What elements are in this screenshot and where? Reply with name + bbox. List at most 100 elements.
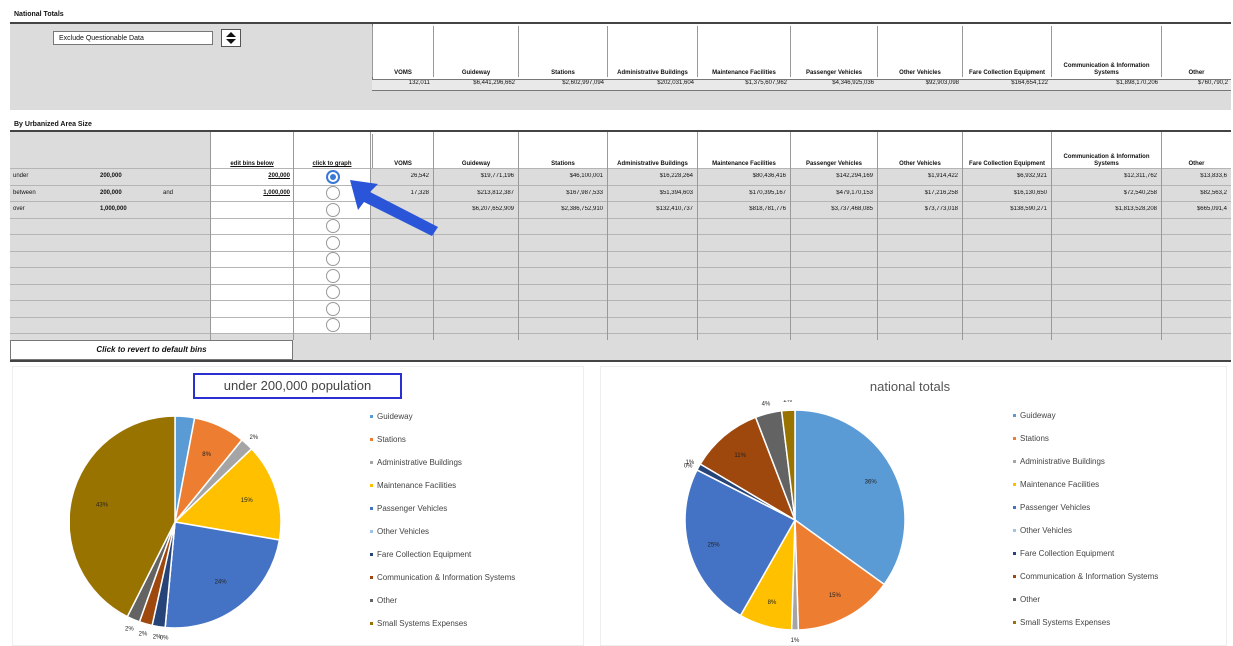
revert-bins-button[interactable]: Click to revert to default bins (10, 340, 293, 360)
grid-line (10, 267, 1231, 268)
select-stepper-icon[interactable] (221, 29, 241, 47)
grid-line (10, 201, 1231, 202)
graph-radio[interactable] (326, 186, 340, 200)
area-cell: $73,773,018 (924, 206, 958, 212)
area-cell: $1,813,528,208 (1115, 206, 1157, 212)
legend-item: Stations (370, 435, 406, 444)
row-conjunction: and (163, 189, 174, 196)
bin-input[interactable]: 1,000,000 (212, 190, 290, 196)
bin-cell[interactable] (211, 317, 293, 333)
bin-cell[interactable] (211, 268, 293, 284)
legend-swatch (1013, 437, 1016, 441)
legend-swatch (1013, 598, 1016, 602)
bin-cell[interactable] (211, 202, 293, 218)
pie-label-4: 24% (215, 580, 228, 586)
area-cell: $138,590,271 (1010, 206, 1047, 212)
click-to-graph-header: click to graph (312, 161, 352, 167)
graph-radio[interactable] (326, 219, 340, 233)
national-value: $164,654,122 (1011, 80, 1048, 86)
legend-item: Small Systems Expenses (1013, 618, 1110, 627)
legend-item: Maintenance Facilities (370, 481, 456, 490)
national-value: 132,011 (408, 80, 430, 86)
graph-radio[interactable] (326, 235, 340, 250)
national-value: $1,898,170,206 (1116, 80, 1158, 86)
area-col-header: Maintenance Facilities (697, 134, 790, 168)
pie-label-7: 11% (734, 453, 746, 459)
area-cell: $16,228,264 (659, 173, 693, 179)
select-value: Exclude Questionable Data (59, 35, 144, 42)
legend-item: Administrative Buildings (370, 458, 462, 467)
area-cell: $72,540,258 (1123, 189, 1157, 196)
legend-item: Small Systems Expenses (370, 619, 467, 628)
grid-line (877, 132, 878, 340)
area-cell: $3,737,468,085 (831, 206, 873, 212)
graph-radio[interactable] (326, 301, 340, 316)
national-value: $202,031,604 (657, 80, 694, 86)
graph-radio[interactable] (326, 252, 340, 266)
legend-label: Fare Collection Equipment (1020, 549, 1115, 558)
national-col-header: Other (1161, 26, 1231, 77)
legend-label: Guideway (1020, 411, 1056, 420)
legend-swatch (370, 438, 373, 442)
grid-line (962, 132, 963, 340)
legend-label: Other Vehicles (1020, 526, 1073, 535)
bin-input[interactable]: 200,000 (212, 173, 290, 179)
national-col-header: Communication & Information Systems (1051, 26, 1161, 77)
pie-chart-national-totals: 36%15%1%8%25%0%1%11%4%2% (684, 400, 906, 644)
legend-item: Other Vehicles (370, 527, 429, 536)
area-cell: $6,932,921 (1016, 173, 1047, 179)
legend-swatch (370, 622, 373, 626)
row-bound: 1,000,000 (100, 206, 127, 212)
national-col-header: Administrative Buildings (607, 26, 697, 77)
graph-radio[interactable] (326, 285, 340, 299)
pie-label-2: 1% (791, 638, 800, 644)
legend-item: Communication & Information Systems (370, 573, 515, 582)
area-cell: $665,091,4 (1196, 206, 1227, 212)
legend-swatch (370, 553, 373, 557)
legend-item: Maintenance Facilities (1013, 480, 1099, 489)
pie-label-7: 2% (139, 631, 148, 637)
pie-label-9: 2% (783, 400, 792, 404)
grid-line (10, 250, 1231, 252)
legend-swatch (1013, 552, 1016, 556)
national-value: $4,346,925,036 (832, 80, 874, 86)
legend-label: Fare Collection Equipment (377, 550, 472, 559)
legend-item: Other (370, 596, 397, 605)
legend-swatch (1013, 460, 1016, 464)
national-value: $2,602,997,094 (562, 80, 604, 86)
chart-left-title: under 200,000 population (193, 373, 402, 399)
national-col-header: Stations (518, 26, 607, 77)
pie-label-3: 8% (768, 600, 777, 606)
national-col-header: Maintenance Facilities (697, 26, 790, 77)
bin-cell[interactable] (211, 235, 293, 251)
legend-swatch (1013, 575, 1016, 579)
by-area-title: By Urbanized Area Size (14, 121, 92, 128)
legend-label: Communication & Information Systems (377, 573, 516, 582)
legend-swatch (1013, 506, 1016, 510)
graph-radio[interactable] (326, 169, 340, 184)
area-col-header: Stations (518, 134, 607, 168)
row-bound: 200,000 (100, 189, 122, 196)
area-col-header: Communication & Information Systems (1051, 134, 1161, 168)
graph-radio[interactable] (326, 202, 340, 217)
bin-cell[interactable] (211, 251, 293, 267)
pie-label-1: 15% (829, 593, 842, 599)
pie-label-2: 2% (249, 435, 258, 441)
graph-radio[interactable] (326, 268, 340, 283)
row-bound: 200,000 (100, 173, 122, 179)
area-col-header: Administrative Buildings (607, 134, 697, 168)
area-col-header: VOMS (372, 134, 433, 168)
pie-label-0: 36% (865, 479, 878, 485)
area-col-header: Other Vehicles (877, 134, 962, 168)
grid-line (10, 168, 1231, 169)
questionable-data-select[interactable]: Exclude Questionable Data (53, 31, 213, 45)
national-col-header: Guideway (433, 26, 518, 77)
bin-cell[interactable] (211, 284, 293, 300)
bin-cell[interactable] (211, 218, 293, 234)
graph-radio[interactable] (326, 318, 340, 332)
legend-swatch (1013, 414, 1016, 418)
bin-cell[interactable] (211, 301, 293, 317)
area-col-header: Passenger Vehicles (790, 134, 877, 168)
area-cell: $16,130,650 (1013, 189, 1047, 196)
national-value: $760,790,2 (1197, 80, 1228, 86)
